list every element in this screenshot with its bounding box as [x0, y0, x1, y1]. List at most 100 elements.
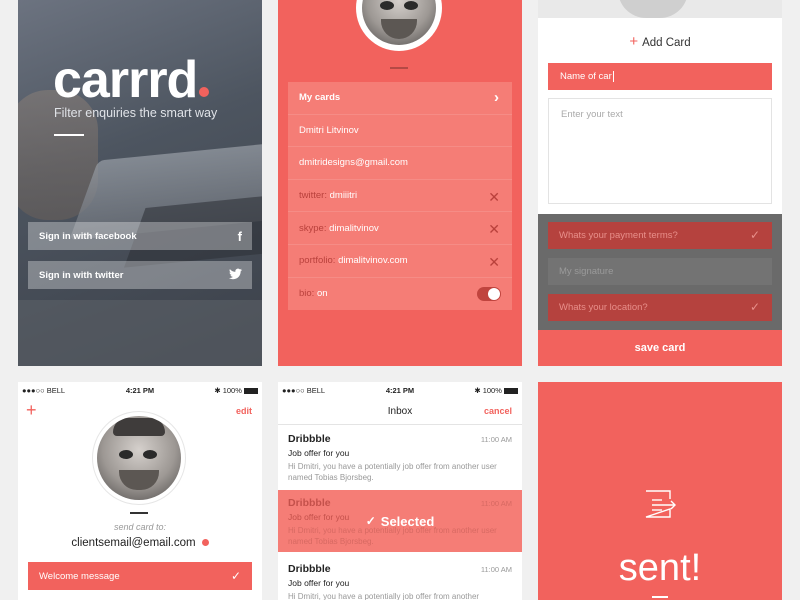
- card-name-value: Name of car: [560, 71, 612, 82]
- bio-row: bio: on: [288, 278, 512, 311]
- battery-icon: [504, 388, 518, 395]
- avatar-cropped: [538, 0, 782, 18]
- twitter-icon: [229, 268, 242, 283]
- card-text-input[interactable]: Enter your text: [548, 98, 772, 204]
- my-cards-row[interactable]: My cards ›: [288, 82, 512, 115]
- message-sender: Dribbble: [288, 433, 331, 445]
- check-icon: ✓: [749, 300, 760, 314]
- message-preview: Hi Dmitri, you have a potentially job of…: [288, 592, 480, 600]
- send-card-screen: ●●●○○ BELL 4:21 PM ✱ 100% + edit send ca…: [18, 382, 262, 600]
- profile-list: My cards › Dmitri Litvinov dmitridesigns…: [288, 82, 512, 310]
- selected-label: Selected: [380, 513, 435, 529]
- message-sent-icon: [645, 490, 676, 518]
- profile-screen: My cards › Dmitri Litvinov dmitridesigns…: [278, 0, 522, 366]
- facebook-signin-label: Sign in with facebook: [39, 230, 137, 242]
- message-time: 11:00 AM: [480, 435, 512, 444]
- question-label: Whats your location?: [559, 302, 648, 313]
- twitter-signin-label: Sign in with twitter: [39, 269, 124, 281]
- remove-skype-icon[interactable]: ✕: [488, 221, 500, 238]
- check-icon: ✓: [230, 569, 241, 583]
- twitter-row[interactable]: twitter: dmiiitri ✕: [288, 180, 512, 213]
- app-logo: carrrd: [53, 50, 210, 110]
- save-card-label: save card: [634, 342, 686, 354]
- welcome-message-label: Welcome message: [39, 570, 120, 582]
- facebook-icon: f: [237, 229, 242, 244]
- edit-button[interactable]: edit: [236, 406, 252, 416]
- splash-screen: carrrd Filter enquiries the smart way Si…: [18, 0, 262, 366]
- recipient-email[interactable]: clientsemail@email.com: [18, 537, 262, 549]
- inbox-screen: ●●●○○ BELL 4:21 PM ✱ 100% Inbox cancel D…: [278, 382, 522, 600]
- header-divider: [278, 424, 522, 425]
- sent-screen: sent!: [538, 382, 782, 600]
- add-card-button[interactable]: + Add Card: [538, 33, 782, 50]
- question-location[interactable]: Whats your location? ✓: [548, 294, 772, 321]
- check-icon: ✓: [749, 228, 760, 242]
- tagline: Filter enquiries the smart way: [54, 106, 218, 120]
- avatar-photo: [362, 0, 436, 45]
- remove-portfolio-icon[interactable]: ✕: [488, 254, 500, 271]
- portfolio-value: dimalitvinov.com: [338, 255, 408, 267]
- send-to-label: send card to:: [113, 522, 167, 532]
- status-bar: ●●●○○ BELL 4:21 PM ✱ 100%: [18, 382, 262, 398]
- message-subject: Job offer for you: [288, 448, 350, 458]
- battery: ✱ 100%: [214, 386, 258, 395]
- divider: [54, 134, 84, 136]
- twitter-signin-button[interactable]: Sign in with twitter: [28, 261, 252, 289]
- welcome-message-option[interactable]: Welcome message ✓: [28, 562, 252, 590]
- card-text-placeholder: Enter your text: [561, 109, 623, 120]
- chevron-right-icon: ›: [494, 89, 499, 106]
- logo-dot: [199, 87, 210, 97]
- skype-row[interactable]: skype: dimalitvinov ✕: [288, 212, 512, 245]
- battery: ✱ 100%: [474, 386, 518, 395]
- divider: [390, 67, 408, 69]
- skype-key: skype:: [299, 222, 327, 234]
- message-subject: Job offer for you: [288, 578, 350, 588]
- question-label: Whats your payment terms?: [559, 230, 678, 241]
- status-dot: [201, 539, 209, 547]
- avatar[interactable]: [356, 0, 442, 51]
- check-icon: ✓: [365, 514, 376, 528]
- bio-key: bio:: [299, 288, 315, 300]
- question-signature[interactable]: My signature: [548, 258, 772, 285]
- bio-value: on: [316, 288, 328, 300]
- add-card-title: Add Card: [642, 37, 691, 49]
- divider: [652, 596, 668, 598]
- plus-icon: +: [629, 33, 639, 50]
- status-bar: ●●●○○ BELL 4:21 PM ✱ 100%: [278, 382, 522, 398]
- message-preview: Hi Dmitri, you have a potentially job of…: [288, 462, 497, 482]
- card-name-input[interactable]: Name of car: [548, 63, 772, 90]
- message-item-selected[interactable]: Dribbble 11:00 AM Job offer for you Hi D…: [278, 490, 522, 552]
- bio-toggle[interactable]: [477, 286, 501, 301]
- bluetooth-icon: ✱: [474, 386, 481, 395]
- portfolio-key: portfolio:: [299, 255, 336, 267]
- divider: [130, 512, 148, 514]
- selected-overlay: ✓ Selected: [278, 490, 522, 552]
- facebook-signin-button[interactable]: Sign in with facebook f: [28, 222, 252, 250]
- question-label: My signature: [559, 266, 614, 277]
- message-item[interactable]: Dribbble 11:00 AM Job offer for you Hi D…: [278, 426, 522, 488]
- skype-value: dimalitvinov: [329, 222, 379, 234]
- message-sender: Dribbble: [288, 563, 331, 575]
- avatar[interactable]: [92, 411, 186, 505]
- name-value: Dmitri Litvinov: [299, 124, 359, 136]
- avatar-photo: [97, 416, 181, 500]
- battery-icon: [244, 388, 258, 395]
- portfolio-row[interactable]: portfolio: dimalitvinov.com ✕: [288, 245, 512, 278]
- background-photo-desk: [18, 300, 262, 366]
- twitter-key: twitter:: [299, 190, 327, 202]
- message-item[interactable]: Dribbble 11:00 AM Job offer for you Hi D…: [278, 556, 522, 600]
- add-icon[interactable]: +: [26, 400, 37, 421]
- my-cards-label: My cards: [299, 92, 341, 104]
- remove-twitter-icon[interactable]: ✕: [488, 189, 500, 206]
- twitter-value: dmiiitri: [329, 190, 358, 202]
- sent-label: sent!: [618, 547, 702, 589]
- save-card-button[interactable]: save card: [538, 330, 782, 366]
- question-payment-terms[interactable]: Whats your payment terms? ✓: [548, 222, 772, 249]
- email-value: dmitridesigns@gmail.com: [299, 157, 408, 169]
- bluetooth-icon: ✱: [214, 386, 221, 395]
- cancel-button[interactable]: cancel: [484, 406, 512, 416]
- add-card-screen: + Add Card Name of car Enter your text Wh…: [538, 0, 782, 366]
- name-row[interactable]: Dmitri Litvinov: [288, 115, 512, 148]
- email-row[interactable]: dmitridesigns@gmail.com: [288, 147, 512, 180]
- message-time: 11:00 AM: [480, 565, 512, 574]
